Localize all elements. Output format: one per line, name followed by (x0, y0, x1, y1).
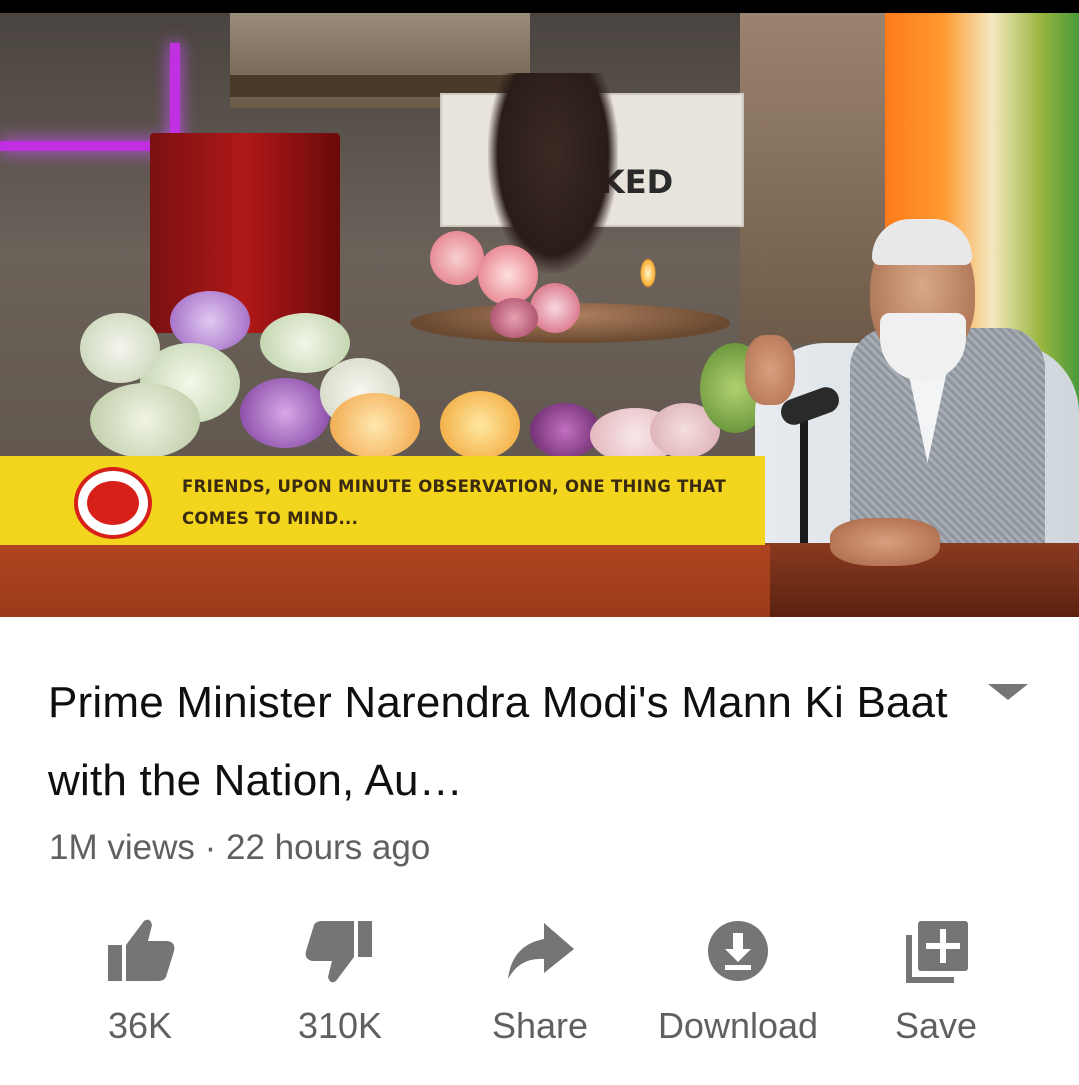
playlist-add-icon (906, 921, 968, 983)
download-button[interactable]: Download (638, 905, 838, 1065)
download-icon (708, 921, 768, 981)
download-label: Download (657, 1005, 819, 1046)
share-label: Share (491, 1005, 589, 1046)
thumbs-down-icon (305, 921, 372, 983)
view-count: 1M views (49, 828, 195, 867)
expand-description-icon[interactable] (986, 680, 1030, 704)
video-title[interactable]: Prime Minister Narendra Modi's Mann Ki B… (48, 664, 948, 820)
video-player[interactable]: KED FRIENDS, UPON MINUTE OBSERVATION, ON… (0, 13, 1079, 617)
meta-separator: · (204, 828, 217, 867)
program-logo (74, 467, 152, 539)
video-caption-text: FRIENDS, UPON MINUTE OBSERVATION, ONE TH… (182, 477, 727, 528)
share-arrow-icon (508, 923, 574, 979)
dislike-count: 310K (297, 1005, 383, 1046)
share-button[interactable]: Share (440, 905, 640, 1065)
video-meta: 1M views · 22 hours ago (49, 828, 430, 868)
like-count: 36K (107, 1005, 173, 1046)
upload-age: 22 hours ago (226, 828, 431, 867)
save-button[interactable]: Save (836, 905, 1036, 1065)
thumbs-up-icon (108, 919, 175, 981)
save-label: Save (894, 1005, 978, 1046)
like-button[interactable]: 36K (40, 905, 240, 1065)
status-bar (0, 0, 1079, 13)
action-bar: 36K 310K Share Download Save (40, 905, 1040, 1065)
dislike-button[interactable]: 310K (240, 905, 440, 1065)
